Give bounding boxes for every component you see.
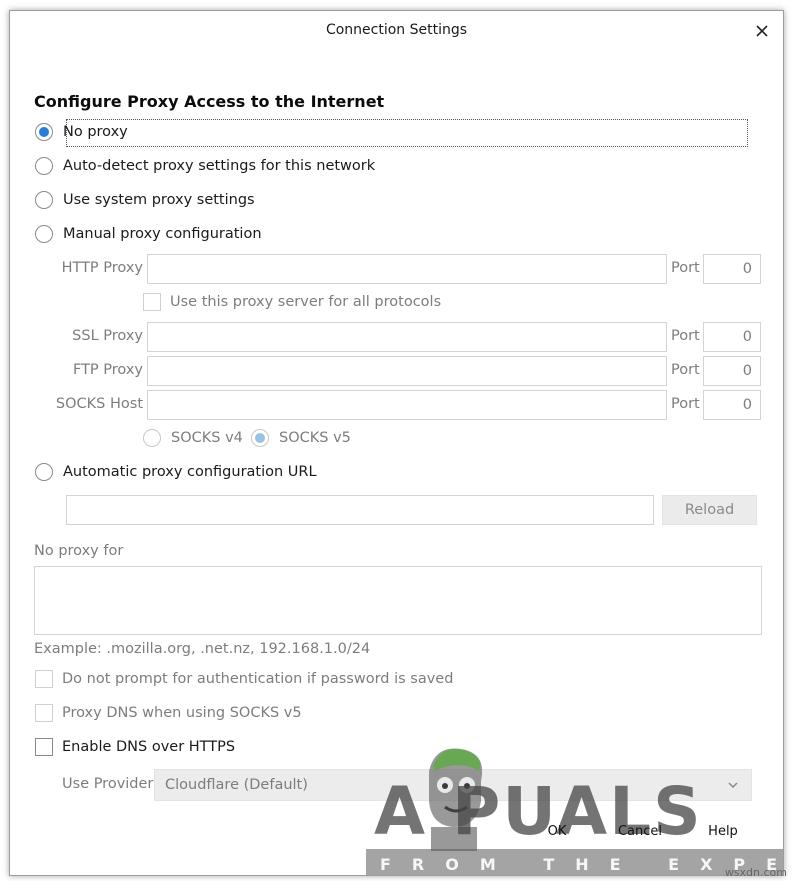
radio-socks-v5[interactable] bbox=[251, 429, 269, 447]
provider-select-value: Cloudflare (Default) bbox=[165, 777, 308, 793]
site-watermark: wsxdn.com bbox=[724, 866, 787, 879]
enable-dns-https-label[interactable]: Enable DNS over HTTPS bbox=[62, 739, 235, 755]
use-all-protocols-checkbox[interactable] bbox=[143, 293, 161, 311]
radio-system-proxy[interactable] bbox=[35, 191, 53, 209]
use-all-protocols-label: Use this proxy server for all protocols bbox=[170, 294, 442, 310]
socks-host-label: SOCKS Host bbox=[55, 396, 143, 412]
section-heading: Configure Proxy Access to the Internet bbox=[34, 92, 385, 111]
radio-socks-v5-label: SOCKS v5 bbox=[279, 430, 351, 446]
radio-no-proxy-label[interactable]: No proxy bbox=[63, 124, 128, 140]
proxy-dns-label: Proxy DNS when using SOCKS v5 bbox=[62, 705, 302, 721]
radio-manual-proxy[interactable] bbox=[35, 225, 53, 243]
proxy-dns-checkbox[interactable] bbox=[35, 704, 53, 722]
radio-socks-v4[interactable] bbox=[143, 429, 161, 447]
no-proxy-for-label: No proxy for bbox=[34, 543, 124, 559]
socks-port-label: Port bbox=[671, 396, 700, 412]
radio-socks-v4-label: SOCKS v4 bbox=[171, 430, 243, 446]
watermark-tagline: FROM THE EXPERTS! bbox=[366, 849, 783, 875]
close-button[interactable] bbox=[751, 20, 773, 42]
ssl-port-label: Port bbox=[671, 328, 700, 344]
ssl-port-input[interactable]: 0 bbox=[703, 322, 761, 352]
ssl-proxy-input[interactable] bbox=[147, 322, 667, 352]
radio-manual-proxy-label[interactable]: Manual proxy configuration bbox=[63, 226, 262, 242]
radio-auto-detect-label[interactable]: Auto-detect proxy settings for this netw… bbox=[63, 158, 375, 174]
radio-no-proxy[interactable] bbox=[35, 123, 53, 141]
auto-config-url-input[interactable] bbox=[66, 495, 654, 525]
ftp-proxy-label: FTP Proxy bbox=[72, 362, 143, 378]
http-port-label: Port bbox=[671, 260, 700, 276]
use-provider-label: Use Provider bbox=[62, 776, 154, 792]
ftp-port-input[interactable]: 0 bbox=[703, 356, 761, 386]
focus-ring bbox=[66, 119, 748, 147]
connection-settings-dialog: Connection Settings Configure Proxy Acce… bbox=[9, 10, 784, 876]
cancel-button[interactable]: Cancel bbox=[610, 819, 670, 843]
dialog-title: Connection Settings bbox=[325, 22, 468, 38]
ftp-port-label: Port bbox=[671, 362, 700, 378]
ssl-proxy-label: SSL Proxy bbox=[72, 328, 143, 344]
ftp-proxy-input[interactable] bbox=[147, 356, 667, 386]
no-prompt-auth-checkbox[interactable] bbox=[35, 670, 53, 688]
enable-dns-https-checkbox[interactable] bbox=[35, 738, 53, 756]
http-proxy-label: HTTP Proxy bbox=[61, 260, 143, 276]
chevron-down-icon bbox=[728, 782, 738, 789]
help-button[interactable]: Help bbox=[700, 819, 746, 843]
http-port-input[interactable]: 0 bbox=[703, 254, 761, 284]
provider-select[interactable]: Cloudflare (Default) bbox=[154, 769, 752, 801]
http-proxy-input[interactable] bbox=[147, 254, 667, 284]
ok-button[interactable]: OK bbox=[532, 819, 582, 843]
no-prompt-auth-label: Do not prompt for authentication if pass… bbox=[62, 671, 454, 687]
radio-system-proxy-label[interactable]: Use system proxy settings bbox=[63, 192, 255, 208]
socks-host-input[interactable] bbox=[147, 390, 667, 420]
radio-auto-config-url[interactable] bbox=[35, 463, 53, 481]
title-bar: Connection Settings bbox=[10, 11, 783, 49]
close-icon bbox=[756, 25, 768, 37]
radio-auto-config-url-label[interactable]: Automatic proxy configuration URL bbox=[63, 464, 317, 480]
reload-button[interactable]: Reload bbox=[662, 495, 757, 525]
radio-auto-detect[interactable] bbox=[35, 157, 53, 175]
no-proxy-example: Example: .mozilla.org, .net.nz, 192.168.… bbox=[34, 641, 371, 657]
socks-port-input[interactable]: 0 bbox=[703, 390, 761, 420]
no-proxy-for-textarea[interactable] bbox=[34, 566, 762, 635]
